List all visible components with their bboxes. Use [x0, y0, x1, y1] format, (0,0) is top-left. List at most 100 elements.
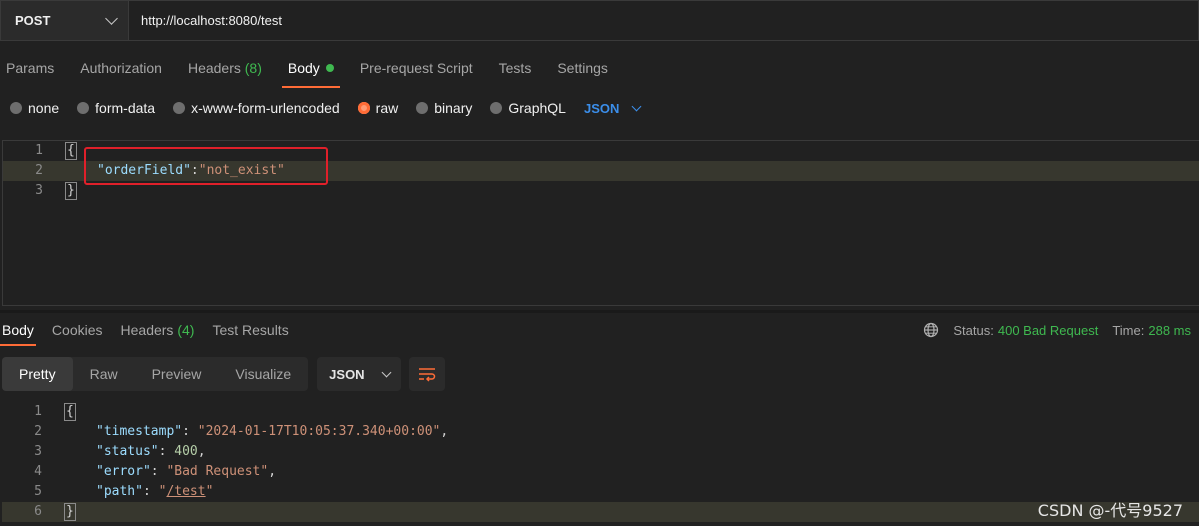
radio-raw[interactable]: raw	[357, 100, 399, 116]
language-label: JSON	[583, 100, 620, 116]
headers-count: (4)	[177, 322, 195, 338]
wrap-lines-button[interactable]	[409, 357, 446, 391]
chevron-down-icon	[105, 11, 118, 25]
open-brace: {	[64, 403, 76, 421]
line-number: 2	[35, 163, 43, 178]
url-text: http://localhost:8080/test	[141, 13, 282, 28]
line-number: 6	[34, 504, 42, 519]
status-value[interactable]: 400 Bad Request	[998, 323, 1098, 338]
code-line: 4 "error": "Bad Request",	[2, 462, 1199, 482]
radio-none[interactable]: none	[10, 100, 59, 116]
json-number-value: 400	[174, 444, 198, 459]
method-label: POST	[15, 13, 51, 28]
request-url-bar: POST http://localhost:8080/test	[0, 0, 1199, 42]
line-number: 4	[34, 464, 42, 479]
tab-pre-request-script[interactable]: Pre-request Script	[354, 50, 479, 88]
time-value[interactable]: 288 ms	[1148, 323, 1191, 338]
close-brace: }	[64, 503, 76, 521]
format-label: JSON	[329, 366, 365, 382]
tab-label: Cookies	[51, 322, 103, 338]
line-number: 3	[35, 183, 43, 198]
line-number: 1	[35, 143, 43, 158]
radio-icon	[490, 102, 503, 114]
response-body-viewer[interactable]: 1 { 2 "timestamp": "2024-01-17T10:05:37.…	[2, 402, 1199, 526]
code-line: 1 {	[2, 402, 1199, 422]
json-key: "status"	[96, 444, 159, 459]
chevron-down-icon	[381, 367, 392, 377]
tab-body[interactable]: Body	[281, 50, 340, 88]
headers-count: (8)	[244, 60, 262, 76]
time-label: Time:	[1112, 322, 1145, 338]
url-input[interactable]: http://localhost:8080/test	[128, 0, 1199, 41]
language-select[interactable]: JSON	[583, 100, 642, 116]
request-tabs: Params Authorization Headers (8) Body Pr…	[0, 50, 628, 88]
highlight-annotation-box	[84, 147, 328, 185]
radio-label: x-www-form-urlencoded	[191, 100, 340, 116]
tab-label: Params	[6, 60, 55, 76]
radio-icon	[10, 102, 22, 114]
view-raw-button[interactable]: Raw	[73, 357, 135, 391]
tab-headers[interactable]: Headers (8)	[182, 50, 268, 88]
json-quote: "	[205, 484, 214, 499]
open-brace: {	[65, 142, 77, 160]
json-string-value: "2024-01-17T10:05:37.340+00:00"	[197, 424, 441, 439]
tab-response-headers[interactable]: Headers (4)	[119, 316, 197, 346]
method-select[interactable]: POST	[0, 0, 128, 41]
radio-urlencoded[interactable]: x-www-form-urlencoded	[173, 100, 340, 116]
line-number: 1	[34, 404, 42, 419]
code-line: 3 "status": 400,	[2, 442, 1199, 462]
close-brace: }	[65, 182, 77, 200]
radio-icon	[173, 102, 186, 114]
tab-test-results[interactable]: Test Results	[210, 316, 290, 346]
code-line: 2 "timestamp": "2024-01-17T10:05:37.340+…	[2, 422, 1199, 442]
chevron-down-icon	[631, 101, 642, 111]
json-string-value: "Bad Request"	[166, 464, 269, 479]
line-number: 3	[34, 444, 42, 459]
tab-label: Pre-request Script	[359, 60, 473, 76]
response-format-select[interactable]: JSON	[317, 357, 402, 391]
pane-divider[interactable]	[0, 310, 1199, 313]
tab-params[interactable]: Params	[0, 50, 60, 88]
tab-label: Authorization	[80, 60, 162, 76]
json-key: "timestamp"	[96, 424, 183, 439]
wrap-lines-icon	[419, 368, 436, 382]
tab-settings[interactable]: Settings	[551, 50, 614, 88]
body-modified-dot-icon	[325, 64, 334, 72]
status-label: Status:	[953, 322, 994, 338]
radio-label: raw	[375, 100, 399, 116]
view-visualize-button[interactable]: Visualize	[218, 357, 308, 391]
json-link-value[interactable]: /test	[166, 484, 205, 499]
view-mode-group: Pretty Raw Preview Visualize	[2, 357, 309, 391]
view-preview-button[interactable]: Preview	[135, 357, 219, 391]
tab-label: Headers	[120, 322, 174, 338]
tab-label: Headers	[187, 60, 241, 76]
radio-graphql[interactable]: GraphQL	[490, 100, 566, 116]
tab-response-body[interactable]: Body	[0, 316, 36, 346]
tab-cookies[interactable]: Cookies	[50, 316, 105, 346]
line-number: 5	[34, 484, 42, 499]
radio-binary[interactable]: binary	[416, 100, 472, 116]
tab-label: Test Results	[212, 322, 289, 338]
view-pretty-button[interactable]: Pretty	[2, 357, 73, 391]
watermark: CSDN @-代号9527	[1037, 501, 1183, 520]
radio-label: none	[28, 100, 60, 116]
json-key: "path"	[96, 484, 143, 499]
radio-label: binary	[434, 100, 473, 116]
radio-icon	[77, 102, 90, 114]
response-status-bar: Status: 400 Bad Request Time: 288 ms	[923, 320, 1191, 340]
tab-label: Settings	[557, 60, 608, 76]
line-number: 2	[34, 424, 42, 439]
radio-form-data[interactable]: form-data	[77, 100, 155, 116]
code-line-active: 6 }	[2, 502, 1199, 522]
tab-authorization[interactable]: Authorization	[74, 50, 168, 88]
globe-icon[interactable]	[923, 322, 939, 338]
response-tabs: Body Cookies Headers (4) Test Results	[0, 316, 305, 346]
radio-label: GraphQL	[508, 100, 566, 116]
tab-label: Body	[287, 60, 320, 76]
radio-label: form-data	[95, 100, 156, 116]
tab-label: Tests	[498, 60, 532, 76]
response-toolbar: Pretty Raw Preview Visualize JSON	[2, 357, 446, 391]
body-type-options: none form-data x-www-form-urlencoded raw…	[10, 96, 642, 120]
tab-tests[interactable]: Tests	[493, 50, 538, 88]
radio-checked-icon	[357, 102, 370, 114]
